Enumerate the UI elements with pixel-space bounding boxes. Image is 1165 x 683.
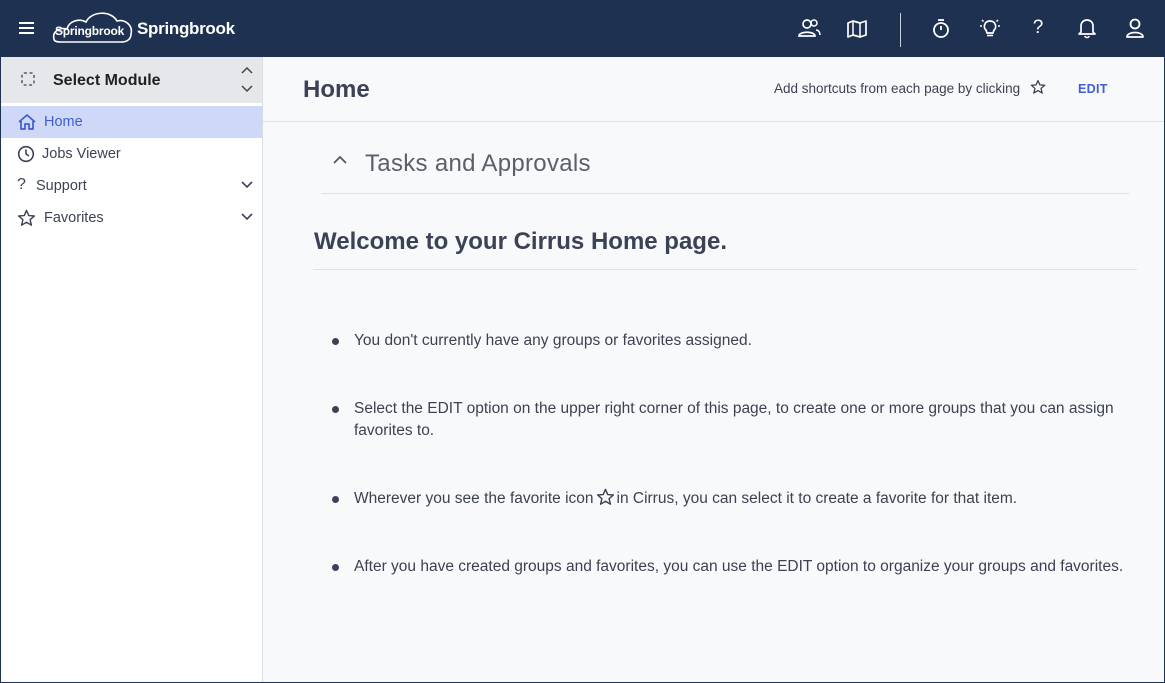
favorite-star-icon — [596, 488, 614, 505]
lightbulb-icon[interactable] — [976, 14, 1004, 42]
list-item-text-after: in Cirrus, you can select it to create a… — [616, 490, 1018, 507]
module-dashed-square-icon — [21, 72, 35, 86]
bell-icon[interactable] — [1073, 14, 1101, 42]
bullet-dot — [332, 564, 339, 571]
edit-button[interactable]: EDIT — [1078, 82, 1108, 96]
list-item-text: After you have created groups and favori… — [354, 558, 1124, 575]
bullet-dot — [332, 406, 339, 413]
sidebar-item-label: Support — [36, 178, 87, 194]
logo-small-text: Springbrook — [55, 24, 125, 38]
sidebar-item-jobs-viewer[interactable]: Jobs Viewer — [1, 138, 262, 170]
tasks-approvals-header[interactable]: Tasks and Approvals — [321, 137, 1129, 194]
main-content: Home Add shortcuts from each page by cli… — [263, 57, 1164, 682]
springbrook-logo: Springbrook Springbrook — [51, 10, 251, 46]
star-icon — [17, 209, 36, 226]
sidebar-item-label: Home — [44, 114, 83, 130]
help-icon[interactable]: ? — [1024, 14, 1052, 42]
users-icon[interactable] — [795, 14, 823, 42]
logo-wordmark: Springbrook — [137, 19, 235, 38]
help-glyph: ? — [1032, 17, 1044, 38]
list-item-text: Select the EDIT option on the upper righ… — [354, 400, 1114, 439]
list-item-text-before: Wherever you see the favorite icon — [354, 490, 594, 507]
tasks-approvals-title: Tasks and Approvals — [365, 150, 591, 177]
chevron-down-icon — [241, 181, 253, 189]
bullet-dot — [332, 338, 339, 345]
user-icon[interactable] — [1121, 14, 1149, 42]
stopwatch-icon[interactable] — [927, 14, 955, 42]
page-header: Home Add shortcuts from each page by cli… — [263, 57, 1164, 122]
sidebar: Select Module Home Jobs Viewer ? Support… — [1, 57, 263, 682]
chevron-down-icon — [241, 213, 253, 221]
divider — [313, 269, 1137, 270]
module-selector-label: Select Module — [53, 72, 161, 89]
clock-icon — [17, 145, 35, 163]
hamburger-menu-icon[interactable] — [15, 18, 39, 38]
module-selector[interactable]: Select Module — [1, 57, 262, 103]
list-item-text: Wherever you see the favorite icon in Cir… — [354, 488, 1134, 510]
sidebar-item-favorites[interactable]: Favorites — [1, 202, 262, 234]
page-title: Home — [303, 76, 370, 103]
chevron-up-icon — [333, 155, 347, 164]
chevron-up-down-icon — [241, 66, 253, 93]
bullet-dot — [332, 496, 339, 503]
home-icon — [18, 114, 36, 130]
sidebar-item-label: Jobs Viewer — [42, 146, 121, 162]
sidebar-item-support[interactable]: ? Support — [1, 170, 262, 202]
question-icon: ? — [17, 176, 26, 193]
app-window: Springbrook Springbrook ? Select Module … — [0, 0, 1165, 683]
star-icon — [1030, 79, 1046, 94]
shortcut-hint: Add shortcuts from each page by clicking — [774, 81, 1021, 96]
welcome-heading: Welcome to your Cirrus Home page. — [314, 228, 727, 255]
sidebar-item-home[interactable]: Home — [1, 106, 262, 138]
sidebar-item-label: Favorites — [44, 210, 104, 226]
top-bar: Springbrook Springbrook ? — [1, 0, 1164, 57]
list-item-text: You don't currently have any groups or f… — [354, 332, 752, 349]
map-icon[interactable] — [843, 14, 871, 42]
topbar-divider — [900, 13, 901, 47]
